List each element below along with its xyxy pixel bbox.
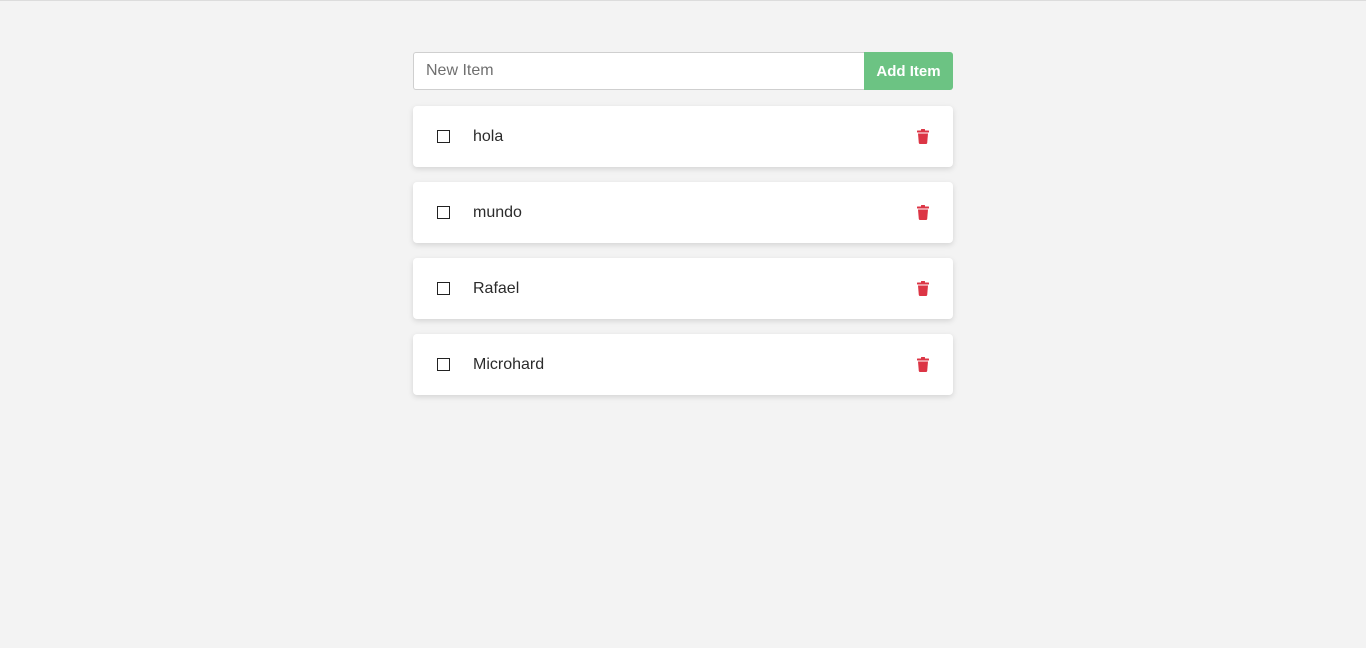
item-text: Rafael	[473, 279, 520, 297]
todo-item: Rafael	[413, 258, 953, 319]
delete-item-button[interactable]	[915, 280, 931, 298]
trash-icon	[917, 129, 929, 144]
todo-app: Add Item hola mundo	[413, 52, 953, 410]
delete-item-button[interactable]	[915, 204, 931, 222]
add-item-form: Add Item	[413, 52, 953, 90]
item-checkbox[interactable]	[437, 282, 450, 295]
new-item-input[interactable]	[413, 52, 864, 90]
item-text: hola	[473, 127, 504, 145]
todo-list: hola mundo Rafael Microhard	[413, 106, 953, 395]
top-divider	[0, 0, 1366, 1]
item-checkbox[interactable]	[437, 130, 450, 143]
item-checkbox[interactable]	[437, 358, 450, 371]
trash-icon	[917, 205, 929, 220]
item-text: Microhard	[473, 355, 545, 373]
add-item-button[interactable]: Add Item	[864, 52, 953, 90]
todo-item: hola	[413, 106, 953, 167]
delete-item-button[interactable]	[915, 128, 931, 146]
trash-icon	[917, 281, 929, 296]
item-checkbox[interactable]	[437, 206, 450, 219]
item-text: mundo	[473, 203, 522, 221]
trash-icon	[917, 357, 929, 372]
todo-item: Microhard	[413, 334, 953, 395]
todo-item: mundo	[413, 182, 953, 243]
delete-item-button[interactable]	[915, 356, 931, 374]
